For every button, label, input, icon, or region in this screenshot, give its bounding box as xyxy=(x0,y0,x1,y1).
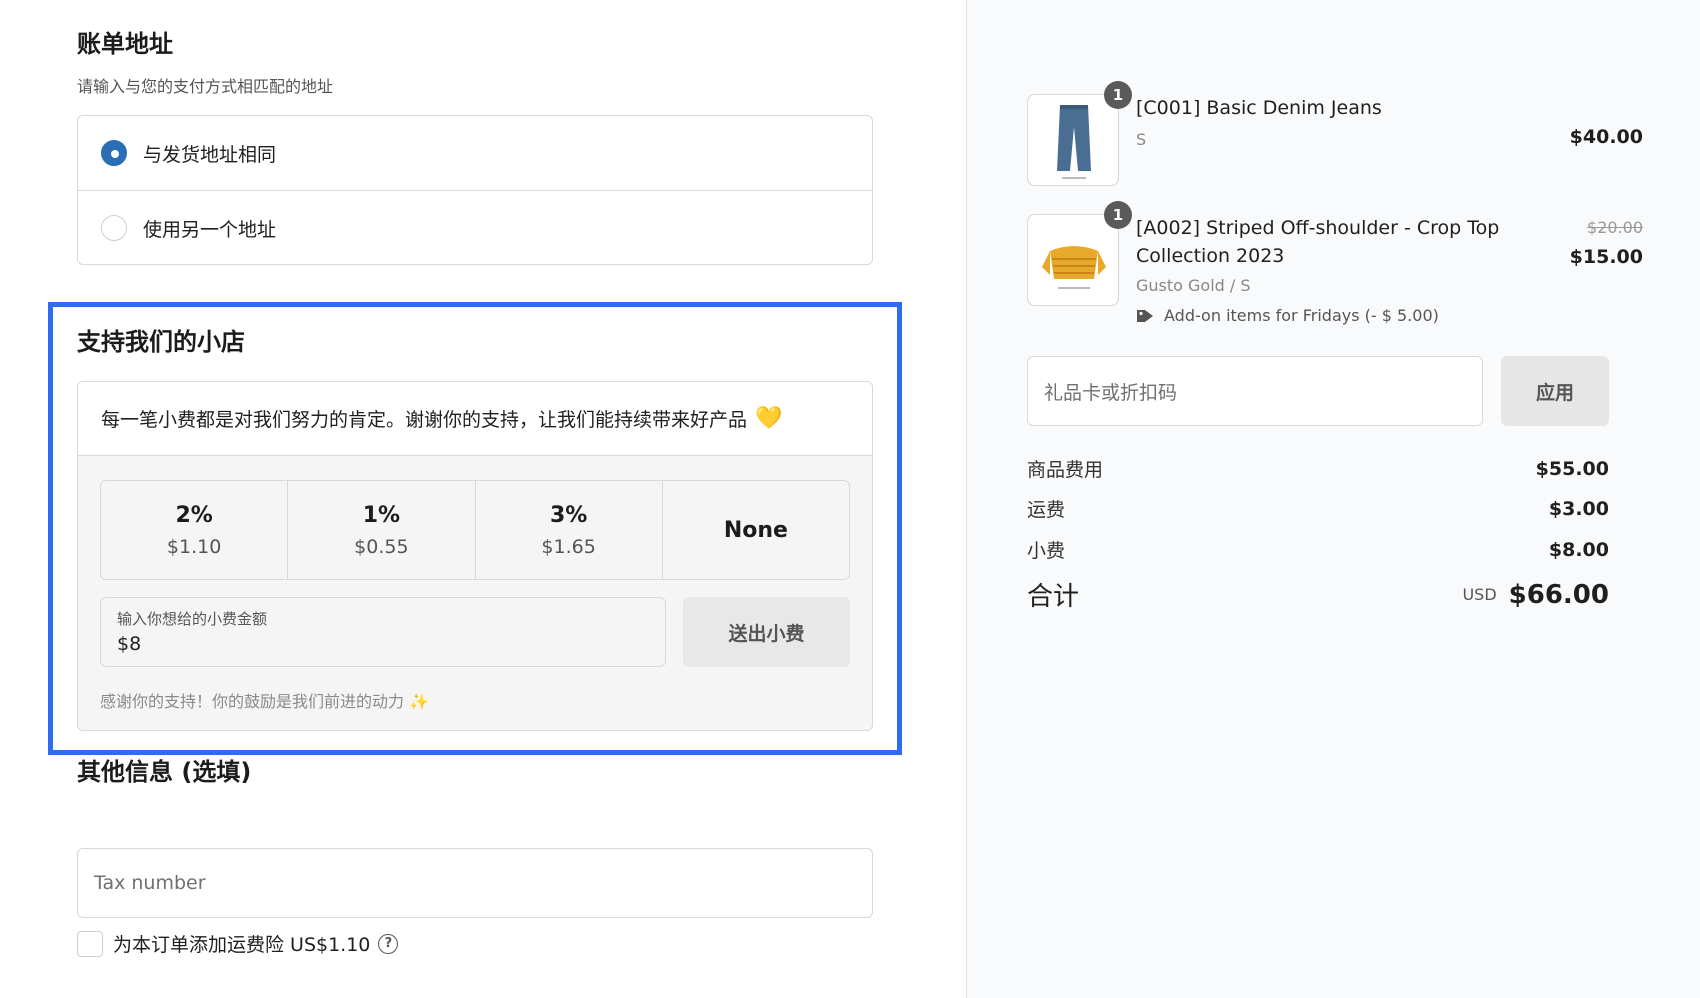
discount-text: Add-on items for Fridays (- $ 5.00) xyxy=(1164,306,1439,325)
billing-title: 账单地址 xyxy=(77,30,173,58)
billing-address-options: 与发货地址相同 使用另一个地址 xyxy=(77,115,873,265)
item-discount: Add-on items for Fridays (- $ 5.00) xyxy=(1136,306,1439,325)
tip-option-percent: 3% xyxy=(549,502,588,528)
tip-label: 小费 xyxy=(1027,540,1066,562)
tip-option-1pct[interactable]: 1% $0.55 xyxy=(288,481,476,579)
tip-option-none-label: None xyxy=(723,517,788,543)
shipping-label: 运费 xyxy=(1027,499,1066,521)
jeans-icon xyxy=(1057,105,1091,179)
subtotal-label: 商品费用 xyxy=(1027,459,1104,481)
item-variant: S xyxy=(1136,130,1147,149)
cart-item: 1 [C001] Basic Denim Jeans S $40.00 xyxy=(1027,81,1643,186)
total-amount: USD $66.00 xyxy=(1462,580,1609,610)
apply-code-button[interactable]: 应用 xyxy=(1501,356,1609,426)
item-price: $15.00 xyxy=(1569,246,1643,268)
tip-message-text: 每一笔小费都是对我们努力的肯定。谢谢你的支持，让我们能持续带来好产品 xyxy=(101,409,748,431)
product-thumbnail: 1 xyxy=(1027,81,1132,186)
order-summary: 1 [C001] Basic Denim Jeans S $40.00 1 [A… xyxy=(966,0,1700,998)
send-tip-button[interactable]: 送出小费 xyxy=(683,597,850,667)
subtotal-value: $55.00 xyxy=(1535,457,1609,480)
insurance-checkbox[interactable] xyxy=(77,930,103,957)
cart-item: 1 [A002] Striped Off-shoulder - Crop Top… xyxy=(1027,201,1643,334)
item-title: [A002] Striped Off-shoulder - Crop Top C… xyxy=(1136,217,1500,267)
currency-code: USD xyxy=(1462,585,1497,604)
shipping-row: 运费 $3.00 xyxy=(1027,495,1609,522)
tip-box: 每一笔小费都是对我们努力的肯定。谢谢你的支持，让我们能持续带来好产品 💛 2% … xyxy=(77,381,873,731)
shipping-insurance-row[interactable]: 为本订单添加运费险 US$1.10 ? xyxy=(77,930,399,957)
tip-message: 每一笔小费都是对我们努力的肯定。谢谢你的支持，让我们能持续带来好产品 💛 xyxy=(78,382,872,456)
tip-options: 2% $1.10 1% $0.55 3% $1.65 None xyxy=(100,480,850,580)
subtotal-row: 商品费用 $55.00 xyxy=(1027,455,1609,482)
billing-subtitle: 请输入与您的支付方式相匹配的地址 xyxy=(77,77,334,96)
billing-option-same[interactable]: 与发货地址相同 xyxy=(78,116,872,190)
product-thumbnail: 1 xyxy=(1027,201,1132,306)
total-label: 合计 xyxy=(1027,582,1080,612)
shipping-value: $3.00 xyxy=(1548,497,1609,520)
item-variant: Gusto Gold / S xyxy=(1136,276,1251,295)
tip-option-2pct[interactable]: 2% $1.10 xyxy=(101,481,289,579)
crop-top-icon xyxy=(1042,246,1106,289)
tip-option-percent: 1% xyxy=(362,502,401,528)
tip-title: 支持我们的小店 xyxy=(77,328,245,356)
discount-code-input[interactable]: 礼品卡或折扣码 xyxy=(1027,356,1483,426)
tip-thanks-note: 感谢你的支持！你的鼓励是我们前进的动力 ✨ xyxy=(100,688,429,712)
quantity-badge: 1 xyxy=(1104,81,1132,109)
tip-row: 小费 $8.00 xyxy=(1027,536,1609,563)
other-info-title: 其他信息 (选填) xyxy=(77,758,252,786)
help-icon[interactable]: ? xyxy=(378,933,399,954)
item-original-price: $20.00 xyxy=(1587,218,1643,237)
billing-option-label: 使用另一个地址 xyxy=(143,218,277,241)
insurance-label: 为本订单添加运费险 US$1.10 xyxy=(113,934,371,956)
tax-number-input[interactable]: Tax number xyxy=(77,848,873,918)
quantity-badge: 1 xyxy=(1104,201,1132,229)
custom-tip-label: 输入你想给的小费金额 xyxy=(117,610,268,628)
total-value: $66.00 xyxy=(1508,579,1609,610)
sparkle-icon: ✨ xyxy=(409,692,430,711)
custom-tip-value[interactable]: $8 xyxy=(117,633,649,655)
tip-option-amount: $1.65 xyxy=(541,535,596,558)
item-price: $40.00 xyxy=(1569,126,1643,148)
tip-thanks-text: 感谢你的支持！你的鼓励是我们前进的动力 xyxy=(100,692,405,711)
checkout-form: 账单地址 请输入与您的支付方式相匹配的地址 与发货地址相同 使用另一个地址 支持… xyxy=(0,0,966,998)
radio-unselected-icon[interactable] xyxy=(101,215,127,241)
tag-icon xyxy=(1137,309,1153,322)
radio-selected-icon[interactable] xyxy=(101,140,127,166)
tip-option-none[interactable]: None xyxy=(663,481,849,579)
custom-tip-input[interactable]: 输入你想给的小费金额 $8 xyxy=(100,597,666,667)
tip-value: $8.00 xyxy=(1548,538,1609,561)
billing-option-label: 与发货地址相同 xyxy=(143,143,277,166)
item-title: [C001] Basic Denim Jeans xyxy=(1136,97,1382,119)
tip-option-amount: $1.10 xyxy=(166,535,222,558)
heart-icon: 💛 xyxy=(755,406,783,431)
billing-option-different[interactable]: 使用另一个地址 xyxy=(78,190,872,265)
tip-option-amount: $0.55 xyxy=(354,535,409,558)
total-row: 合计 USD $66.00 xyxy=(1027,576,1609,613)
tip-option-3pct[interactable]: 3% $1.65 xyxy=(476,481,663,579)
tip-option-percent: 2% xyxy=(175,502,213,528)
